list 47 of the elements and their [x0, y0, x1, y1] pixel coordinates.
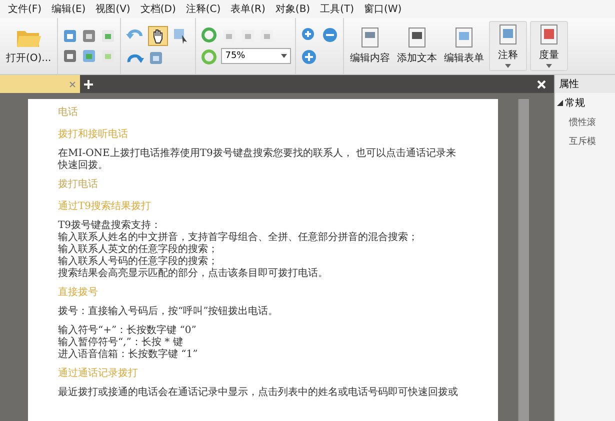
toolbar-button[interactable]: 注释 [489, 21, 528, 71]
document-text: 最近拨打或接通的电话会在通话记录中显示，点击列表中的姓名或电话号码即可快速回拨或 [58, 387, 459, 399]
document-subheading: 拨打和接听电话 [58, 129, 129, 141]
document-text: 输入联系人英文的任意字段的搜索； [58, 244, 219, 256]
document-text: 输入暂停符号“,”：长按 * 键 [58, 337, 184, 348]
document-heading: 拨打电话 [58, 179, 99, 191]
toolbar-button[interactable]: 添加文本 [395, 25, 440, 67]
document-subheading: 直接拨号 [58, 287, 99, 299]
menu-item[interactable]: 对象(B) [275, 2, 310, 16]
document-text: 在MI-ONE上拨打电话推荐使用T9拨号键盘搜索您要找的联系人， 也可以点击通话记录来 [58, 148, 458, 160]
document-subheading: 通过通话记录拨打 [58, 368, 139, 380]
property-item[interactable]: 惯性滚 [555, 113, 615, 132]
zoom-out-icon[interactable] [321, 26, 340, 44]
zoom-field[interactable]: 75% [221, 48, 292, 64]
document-text: T9拨号键盘搜索支持： [58, 220, 162, 232]
menu-item[interactable]: 表单(R) [230, 2, 266, 16]
document-text: 进入语音信箱：长按数字键 “1” [58, 349, 199, 361]
toolbar-button[interactable]: 编辑表单 [442, 25, 486, 67]
document-heading: 电话 [58, 107, 79, 119]
menu-item[interactable]: 工具(T) [320, 2, 354, 16]
document-text: 输入符号“+”：长按数字键 “0” [58, 325, 198, 336]
menu-item[interactable]: 文档(D) [140, 2, 176, 16]
document-text: 搜索结果会高亮显示匹配的部分，点击该条目即可拨打电话。 [58, 268, 329, 280]
document-text: 输入联系人号码的任意字段的搜索； [58, 256, 219, 268]
menu-item[interactable]: 编辑(E) [52, 2, 86, 16]
add-tab-icon[interactable] [84, 80, 93, 88]
zoom-in-icon[interactable] [300, 48, 318, 66]
toolbar-button[interactable]: 度量 [530, 21, 568, 71]
menu-item[interactable]: 窗口(W) [364, 2, 402, 16]
menu-item[interactable]: 文件(F) [8, 2, 42, 16]
document-text: 输入联系人姓名的中文拼音，支持首字母组合、全拼、任意部分拼音的混合搜索； [58, 232, 419, 244]
menu-item[interactable]: 注释(C) [186, 2, 221, 16]
menu-item[interactable]: 视图(V) [96, 2, 130, 16]
document-text: 快速回拨。 [58, 160, 109, 172]
caret-icon [546, 64, 552, 68]
property-item[interactable]: 互斥模 [555, 132, 615, 151]
panel-title: 属性 [555, 75, 615, 93]
caret-icon [281, 54, 288, 58]
scrollbar[interactable] [518, 99, 529, 421]
open-button[interactable]: 打开(O)... [4, 25, 54, 67]
document-subheading: 通过T9搜索结果拨打 [58, 201, 152, 213]
property-group[interactable]: 常规 [555, 93, 615, 113]
caret-icon [505, 64, 512, 68]
document-text: 拨号：直接输入号码后，按“呼叫”按钮拨出电话。 [58, 306, 280, 318]
triangle-icon [557, 100, 564, 106]
toolbar-button[interactable]: 编辑内容 [348, 25, 392, 67]
hand-tool-button[interactable] [148, 26, 168, 46]
